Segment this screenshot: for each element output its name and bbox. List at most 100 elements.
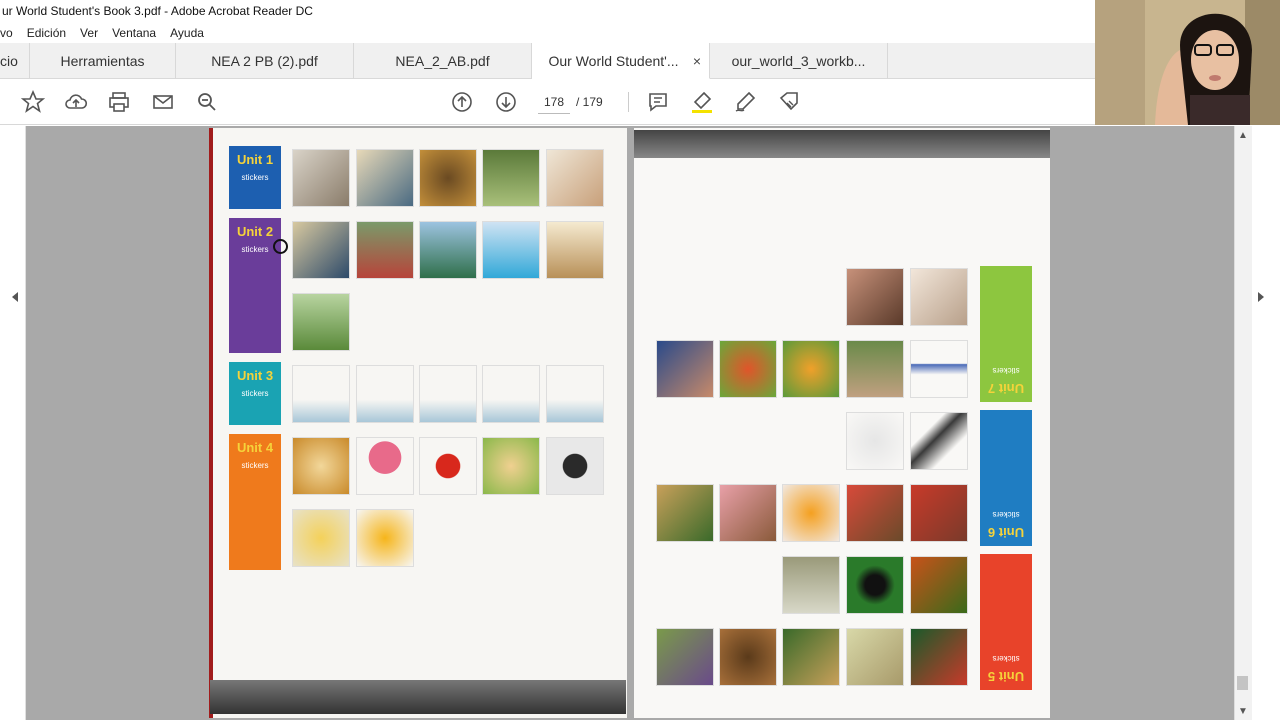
menu-edit[interactable]: Edición [27, 26, 66, 40]
unit-3-label: Unit 3 stickers [229, 362, 281, 425]
unit-4-label: Unit 4 stickers [229, 434, 281, 570]
sticker-unit4-7 [356, 509, 414, 567]
page-canvas[interactable] [26, 126, 1234, 720]
star-icon[interactable] [20, 89, 46, 115]
unit-2-label: Unit 2 stickers [229, 218, 281, 353]
scroll-thumb[interactable] [1237, 676, 1248, 690]
unit-6-title: Unit 6 [987, 525, 1025, 540]
scroll-up-icon[interactable]: ▲ [1238, 130, 1248, 141]
sticker-unit2-3 [419, 221, 477, 279]
sticker-unit1-4 [482, 149, 540, 207]
edit-icon[interactable] [776, 89, 802, 115]
sign-icon[interactable] [732, 89, 758, 115]
sticker-unit2-6 [292, 293, 350, 351]
sticker-unit1-1 [292, 149, 350, 207]
sticker-unit1-2 [356, 149, 414, 207]
unit-4-title: Unit 4 [236, 440, 274, 455]
sticker-unit2-1 [292, 221, 350, 279]
print-icon[interactable] [106, 89, 132, 115]
page-down-icon[interactable] [493, 89, 519, 115]
unit-5-stickers: stickers [992, 654, 1020, 663]
right-panel-gutter [1252, 126, 1280, 720]
sticker-unit4-6 [292, 509, 350, 567]
sticker-unit3-3 [419, 365, 477, 423]
sticker-unit4-2 [356, 437, 414, 495]
tab-nea2-pb[interactable]: NEA 2 PB (2).pdf [176, 43, 354, 79]
sticker-unit6-6 [846, 484, 904, 542]
current-page-input[interactable]: 178 [538, 90, 570, 114]
sticker-unit7-6 [846, 340, 904, 398]
menu-bar: vo Edición Ver Ventana Ayuda [0, 22, 1095, 43]
tab-our-world-workbook-label: our_world_3_workb... [731, 53, 866, 69]
unit-1-label: Unit 1 stickers [229, 146, 281, 209]
window-title: ur World Student's Book 3.pdf - Adobe Ac… [0, 0, 1095, 22]
unit-4-stickers: stickers [241, 461, 269, 470]
unit-7-stickers: stickers [992, 366, 1020, 375]
sticker-unit6-5 [782, 484, 840, 542]
page-left-bottom-band [210, 680, 626, 714]
sticker-unit4-1 [292, 437, 350, 495]
tab-tools-label: Herramientas [60, 53, 145, 69]
sticker-unit2-5 [546, 221, 604, 279]
toolbar [0, 79, 1280, 125]
tab-bar: cio Herramientas NEA 2 PB (2).pdf NEA_2_… [0, 43, 1095, 79]
tab-our-world-workbook[interactable]: our_world_3_workb... [710, 43, 888, 79]
sticker-unit1-3 [419, 149, 477, 207]
tab-nea2-ab[interactable]: NEA_2_AB.pdf [354, 43, 532, 79]
scroll-down-icon[interactable]: ▼ [1238, 706, 1248, 717]
sticker-unit5-7 [846, 628, 904, 686]
sticker-unit6-3 [656, 484, 714, 542]
menu-view[interactable]: Ver [80, 26, 98, 40]
unit-1-stickers: stickers [241, 173, 269, 182]
sticker-unit3-5 [546, 365, 604, 423]
sticker-unit4-3 [419, 437, 477, 495]
page-right-top-band [634, 130, 1050, 158]
zoom-icon[interactable] [194, 89, 220, 115]
sticker-unit1-5 [546, 149, 604, 207]
unit-3-title: Unit 3 [236, 368, 274, 383]
sticker-unit4-4 [482, 437, 540, 495]
unit-5-title: Unit 5 [987, 669, 1025, 684]
sticker-unit3-1 [292, 365, 350, 423]
menu-help[interactable]: Ayuda [170, 26, 204, 40]
sticker-unit6-7 [910, 484, 968, 542]
unit-7-title: Unit 7 [987, 381, 1025, 396]
mouse-cursor [273, 239, 288, 254]
menu-file[interactable]: vo [0, 26, 13, 40]
unit-7-label: Unit 7 stickers [980, 266, 1032, 402]
tab-home[interactable]: cio [0, 43, 30, 79]
page-up-icon[interactable] [449, 89, 475, 115]
close-tab-icon[interactable]: × [693, 53, 701, 69]
expand-right-panel-icon[interactable] [1258, 292, 1264, 302]
collapse-left-panel-icon[interactable] [12, 292, 18, 302]
sticker-unit2-2 [356, 221, 414, 279]
cloud-upload-icon[interactable] [63, 89, 89, 115]
sticker-unit7-4 [719, 340, 777, 398]
sticker-unit5-5 [719, 628, 777, 686]
sticker-unit3-4 [482, 365, 540, 423]
unit-3-stickers: stickers [241, 389, 269, 398]
vertical-scrollbar[interactable] [1234, 126, 1252, 720]
sticker-unit2-4 [482, 221, 540, 279]
tab-tools[interactable]: Herramientas [30, 43, 176, 79]
sticker-unit5-1 [782, 556, 840, 614]
sticker-unit6-2 [910, 412, 968, 470]
sticker-unit6-1 [846, 412, 904, 470]
sticker-unit6-4 [719, 484, 777, 542]
highlight-icon[interactable] [689, 89, 715, 115]
tab-nea2-ab-label: NEA_2_AB.pdf [395, 53, 490, 69]
mail-icon[interactable] [150, 89, 176, 115]
sticker-unit3-2 [356, 365, 414, 423]
sticker-unit4-5 [546, 437, 604, 495]
unit-6-label: Unit 6 stickers [980, 410, 1032, 546]
comment-icon[interactable] [645, 89, 671, 115]
sticker-unit5-3 [910, 556, 968, 614]
tab-our-world-student[interactable]: Our World Student'... × [532, 43, 710, 79]
sticker-unit5-2 [846, 556, 904, 614]
unit-2-title: Unit 2 [236, 224, 274, 239]
tab-nea2-pb-label: NEA 2 PB (2).pdf [211, 53, 318, 69]
menu-window[interactable]: Ventana [112, 26, 156, 40]
sticker-unit5-4 [656, 628, 714, 686]
sticker-unit7-3 [656, 340, 714, 398]
tab-our-world-student-label: Our World Student'... [548, 52, 679, 69]
